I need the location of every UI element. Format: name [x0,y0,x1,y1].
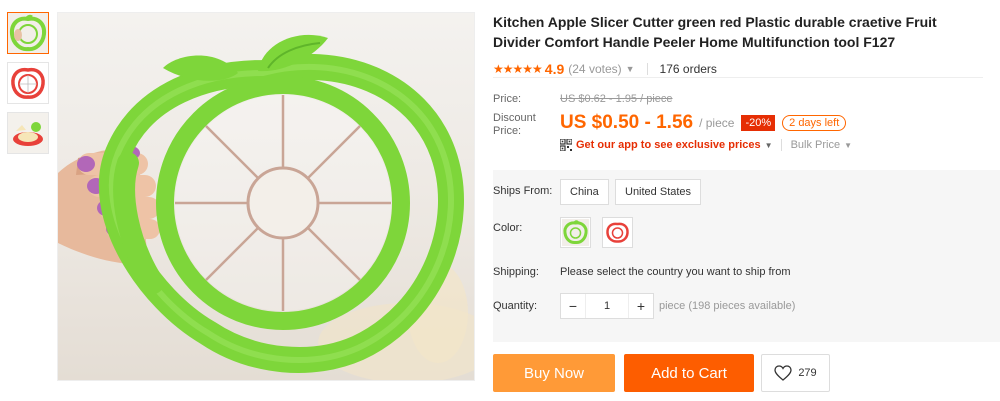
thumbnail-sliced-apple-image [8,113,48,153]
rating-score: 4.9 [544,61,565,77]
price-unit: / piece [699,116,735,130]
thumbnail-list [7,12,51,162]
wishlist-count: 279 [798,367,817,379]
star-rating-icon: ★★★★★ [493,62,543,76]
shipping-label: Shipping: [493,266,539,278]
thumbnail-green-slicer[interactable] [7,12,49,54]
discount-badge: -20% [741,115,776,131]
thumbnail-red-slicer[interactable] [7,62,49,104]
red-slicer-swatch-image [604,219,631,246]
app-promo-row: Get our app to see exclusive prices ▼ Bu… [560,139,860,151]
available-quantity: piece (198 pieces available) [659,300,796,312]
price-block: US $0.50 - 1.56 / piece -20% 2 days left [560,112,847,134]
original-price: US $0.62 - 1.95 / piece [560,93,673,105]
qr-code-icon [560,139,572,151]
chevron-down-icon[interactable]: ▼ [626,64,635,74]
discount-price-label: Discount Price: [493,112,536,138]
main-product-image[interactable] [57,12,475,381]
quantity-input[interactable]: 1 [585,294,629,318]
chevron-down-icon[interactable]: ▼ [844,141,852,150]
color-label: Color: [493,222,523,234]
buy-now-button[interactable]: Buy Now [493,354,615,392]
thumbnail-red-image [8,63,48,103]
heart-icon [774,365,792,381]
bulk-price-link[interactable]: Bulk Price [791,139,841,151]
add-to-cart-button[interactable]: Add to Cart [624,354,754,392]
apple-slicer-illustration [58,34,474,380]
days-left-badge: 2 days left [782,115,847,131]
votes-link[interactable]: (24 votes) [568,62,621,76]
discount-label-line1: Discount [493,112,536,124]
divider [646,63,648,75]
ships-from-label: Ships From: [493,185,553,197]
discount-label-line2: Price: [493,125,522,137]
ships-from-option-united-states[interactable]: United States [615,179,702,205]
product-info-panel: Kitchen Apple Slicer Cutter green red Pl… [493,12,1000,392]
price-label: Price: [493,93,522,105]
thumbnail-sliced-apple[interactable] [7,112,49,154]
app-promo-link[interactable]: Get our app to see exclusive prices [576,139,761,151]
chevron-down-icon[interactable]: ▼ [765,141,773,150]
thumbnail-green-image [8,13,48,53]
color-swatch-green[interactable] [560,217,591,248]
product-title: Kitchen Apple Slicer Cutter green red Pl… [493,14,937,50]
discount-price: US $0.50 - 1.56 [560,112,694,133]
color-swatch-red[interactable] [602,217,633,248]
quantity-decrement-button[interactable]: − [561,298,585,314]
quantity-stepper: − 1 + [560,293,654,319]
quantity-label: Quantity: [493,300,538,312]
wishlist-button[interactable]: 279 [761,354,830,392]
shipping-message: Please select the country you want to sh… [560,266,791,278]
green-slicer-swatch-image [562,219,589,246]
divider [780,139,782,151]
divider [493,77,983,78]
quantity-increment-button[interactable]: + [629,298,653,314]
orders-count: 176 orders [659,62,717,76]
ships-from-option-china[interactable]: China [560,179,609,205]
